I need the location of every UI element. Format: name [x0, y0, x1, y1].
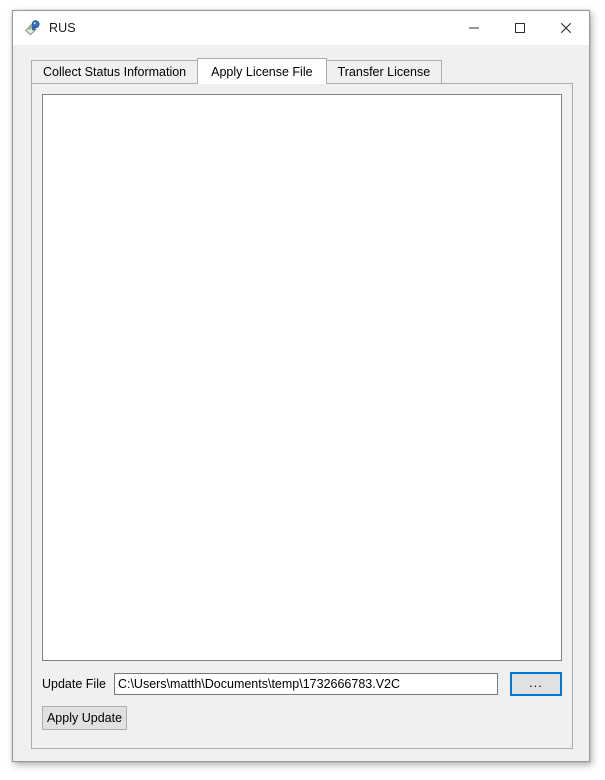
- tab-transfer-license[interactable]: Transfer License: [325, 60, 443, 83]
- tab-label: Apply License File: [211, 64, 313, 79]
- tab-page-apply-license-file: Update File ... Apply Update: [31, 83, 573, 749]
- log-output-text: [43, 95, 561, 101]
- close-icon: [560, 22, 572, 34]
- maximize-button[interactable]: [497, 11, 543, 45]
- log-output-box[interactable]: [42, 94, 562, 661]
- window-controls: [451, 11, 589, 45]
- rus-application-window: RUS Collect Status Information Apply Lic…: [12, 10, 590, 762]
- title-bar[interactable]: RUS: [13, 11, 589, 45]
- update-file-input[interactable]: [113, 673, 498, 695]
- maximize-icon: [515, 23, 525, 33]
- browse-file-label: ...: [529, 675, 543, 690]
- tab-apply-license-file[interactable]: Apply License File: [197, 58, 327, 84]
- minimize-icon: [469, 27, 479, 29]
- close-button[interactable]: [543, 11, 589, 45]
- update-file-label: Update File: [42, 677, 106, 691]
- tab-control: Collect Status Information Apply License…: [31, 58, 573, 749]
- apply-update-button[interactable]: Apply Update: [42, 706, 127, 730]
- browse-file-button[interactable]: ...: [510, 672, 562, 696]
- license-key-tag-icon: [23, 19, 41, 37]
- title-bar-left: RUS: [13, 19, 76, 37]
- apply-update-label: Apply Update: [46, 711, 123, 725]
- desktop-backdrop: RUS Collect Status Information Apply Lic…: [0, 0, 605, 780]
- window-title: RUS: [49, 20, 76, 35]
- tab-label: Collect Status Information: [43, 65, 187, 79]
- tab-label: Transfer License: [337, 65, 431, 79]
- update-file-row: Update File ...: [42, 672, 562, 696]
- client-area: Collect Status Information Apply License…: [13, 45, 589, 761]
- tab-collect-status-information[interactable]: Collect Status Information: [31, 60, 199, 83]
- tab-strip: Collect Status Information Apply License…: [31, 58, 573, 84]
- minimize-button[interactable]: [451, 11, 497, 45]
